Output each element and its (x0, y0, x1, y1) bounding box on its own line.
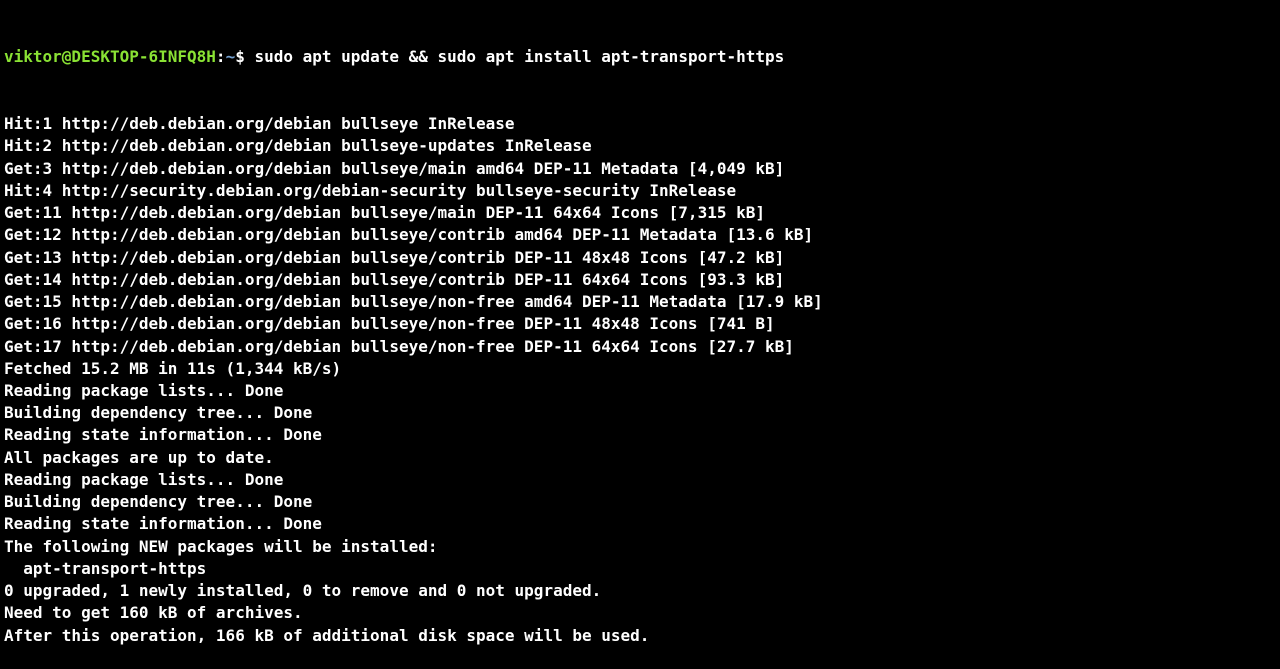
output-line: Hit:2 http://deb.debian.org/debian bulls… (4, 135, 1276, 157)
output-line: Get:15 http://deb.debian.org/debian bull… (4, 291, 1276, 313)
prompt-user-host: viktor@DESKTOP-6INFQ8H (4, 47, 216, 66)
output-line: Get:13 http://deb.debian.org/debian bull… (4, 247, 1276, 269)
output-line: Reading package lists... Done (4, 469, 1276, 491)
output-line: All packages are up to date. (4, 447, 1276, 469)
output-line: Reading state information... Done (4, 513, 1276, 535)
output-line: Get:11 http://deb.debian.org/debian bull… (4, 202, 1276, 224)
output-line: Building dependency tree... Done (4, 491, 1276, 513)
output-line: Need to get 160 kB of archives. (4, 602, 1276, 624)
output-line: Reading state information... Done (4, 424, 1276, 446)
prompt-line: viktor@DESKTOP-6INFQ8H:~$ sudo apt updat… (4, 46, 1276, 68)
output-line: Fetched 15.2 MB in 11s (1,344 kB/s) (4, 358, 1276, 380)
output-line: Get:12 http://deb.debian.org/debian bull… (4, 224, 1276, 246)
output-line: Hit:1 http://deb.debian.org/debian bulls… (4, 113, 1276, 135)
command-text: sudo apt update && sudo apt install apt-… (254, 47, 784, 66)
output-line: apt-transport-https (4, 558, 1276, 580)
prompt-colon: : (216, 47, 226, 66)
output-line: 0 upgraded, 1 newly installed, 0 to remo… (4, 580, 1276, 602)
output-line: Hit:4 http://security.debian.org/debian-… (4, 180, 1276, 202)
output-line: Get:17 http://deb.debian.org/debian bull… (4, 336, 1276, 358)
output-line: Get:3 http://deb.debian.org/debian bulls… (4, 158, 1276, 180)
prompt-path: ~ (226, 47, 236, 66)
output-line: After this operation, 166 kB of addition… (4, 625, 1276, 647)
output-line: Building dependency tree... Done (4, 402, 1276, 424)
output-line: Get:16 http://deb.debian.org/debian bull… (4, 313, 1276, 335)
output-line: Get:14 http://deb.debian.org/debian bull… (4, 269, 1276, 291)
terminal-window[interactable]: viktor@DESKTOP-6INFQ8H:~$ sudo apt updat… (4, 2, 1276, 669)
output-line: Reading package lists... Done (4, 380, 1276, 402)
terminal-output: Hit:1 http://deb.debian.org/debian bulls… (4, 113, 1276, 647)
prompt-symbol: $ (235, 47, 254, 66)
